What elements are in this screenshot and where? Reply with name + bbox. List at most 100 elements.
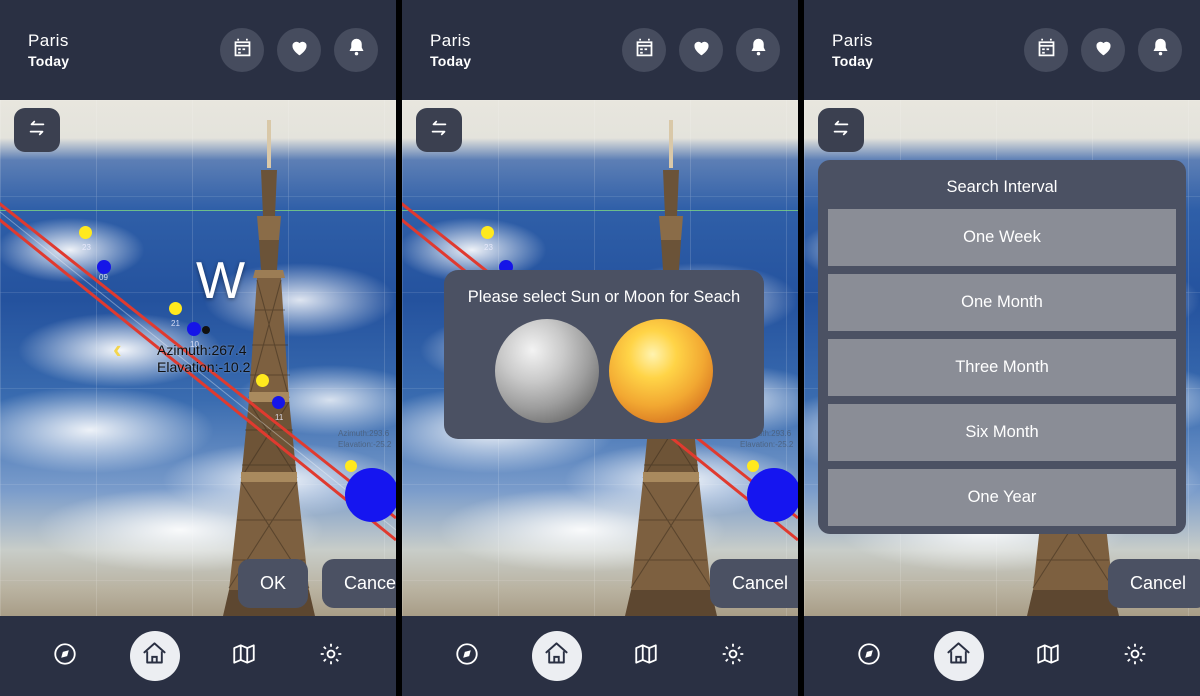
header-actions: [622, 28, 780, 72]
page-title: Paris: [28, 31, 69, 51]
interval-option-six-month[interactable]: Six Month: [828, 404, 1176, 461]
nav-settings[interactable]: [1113, 634, 1157, 678]
notification-button[interactable]: [334, 28, 378, 72]
app-header: Paris Today: [402, 0, 798, 100]
nav-home[interactable]: [531, 631, 582, 681]
direction-arrow-icon: ‹: [113, 334, 122, 364]
header-text: Paris Today: [28, 30, 220, 69]
map-icon: [1035, 641, 1061, 672]
dialog-options: [454, 319, 754, 423]
compass-icon: [52, 641, 78, 672]
bottom-navigation: [402, 616, 798, 696]
sun-path-marker: [481, 226, 494, 239]
bell-icon: [1150, 37, 1171, 63]
notification-button[interactable]: [1138, 28, 1182, 72]
map-icon: [633, 641, 659, 672]
favorite-button[interactable]: [1081, 28, 1125, 72]
current-moon-position: [345, 468, 396, 522]
interval-option-three-month[interactable]: Three Month: [828, 339, 1176, 396]
nav-map[interactable]: [222, 634, 266, 678]
swap-sun-moon-button[interactable]: [416, 108, 462, 152]
ok-button[interactable]: OK: [238, 559, 309, 608]
swap-arrows-icon: [830, 117, 852, 144]
path-time-label: 23: [484, 243, 493, 252]
bell-icon: [748, 37, 769, 63]
nav-map[interactable]: [1026, 634, 1070, 678]
map-icon: [231, 641, 257, 672]
calendar-button[interactable]: [622, 28, 666, 72]
path-time-label: 09: [99, 273, 108, 282]
calendar-icon: [232, 37, 253, 63]
compass-direction-label: W: [196, 252, 246, 310]
ar-camera-view[interactable]: 23 09 21 10 11 W ‹ Azimuth:267.4 Elavati…: [0, 100, 396, 616]
nav-compass[interactable]: [445, 634, 489, 678]
sun-path-marker: [345, 460, 357, 472]
eclipse-marker: [202, 326, 210, 334]
page-title: Paris: [430, 31, 471, 51]
dialog-title: Search Interval: [946, 178, 1058, 196]
header-subtitle: Today: [430, 52, 472, 69]
elevation-readout: Elavation:-10.2: [157, 359, 251, 375]
swap-sun-moon-button[interactable]: [14, 108, 60, 152]
header-subtitle: Today: [832, 52, 874, 69]
path-time-label: 11: [275, 413, 284, 422]
sun-path-marker: [256, 374, 269, 387]
gear-icon: [720, 641, 746, 672]
sun-path-marker: [79, 226, 92, 239]
interval-option-one-month[interactable]: One Month: [828, 274, 1176, 331]
panel-sun-moon-selector: Paris Today 23 Azimuth:293.6 Elavation:-…: [402, 0, 798, 696]
bottom-navigation: [804, 616, 1200, 696]
home-icon: [945, 640, 972, 672]
header-actions: [220, 28, 378, 72]
path-time-label: 21: [171, 319, 180, 328]
swap-arrows-icon: [428, 117, 450, 144]
calendar-button[interactable]: [1024, 28, 1068, 72]
swap-sun-moon-button[interactable]: [818, 108, 864, 152]
nav-settings[interactable]: [711, 634, 755, 678]
cancel-button[interactable]: Cancel: [1107, 559, 1200, 608]
header-text: Paris Today: [430, 30, 622, 69]
elevation-readout-secondary: Elavation:-25.2: [338, 440, 392, 449]
cancel-button[interactable]: Cancel: [322, 559, 396, 608]
header-subtitle: Today: [28, 52, 70, 69]
sun-option[interactable]: [609, 319, 713, 423]
elevation-readout-secondary: Elavation:-25.2: [740, 440, 794, 449]
sun-path-marker: [747, 460, 759, 472]
favorite-button[interactable]: [679, 28, 723, 72]
notification-button[interactable]: [736, 28, 780, 72]
favorite-button[interactable]: [277, 28, 321, 72]
dialog-button-row: Cancel: [710, 559, 798, 608]
panel-ar-with-ok-cancel: Paris Today 23 09 21 10 11 W ‹ Azimuth:2…: [0, 0, 396, 696]
azimuth-readout-secondary: Azimuth:293.6: [338, 429, 390, 438]
nav-map[interactable]: [624, 634, 668, 678]
current-moon-position: [747, 468, 798, 522]
app-header: Paris Today: [804, 0, 1200, 100]
home-icon: [543, 640, 570, 672]
interval-option-one-week[interactable]: One Week: [828, 209, 1176, 266]
nav-compass[interactable]: [847, 634, 891, 678]
nav-settings[interactable]: [309, 634, 353, 678]
interval-option-one-year[interactable]: One Year: [828, 469, 1176, 526]
header-text: Paris Today: [832, 30, 1024, 69]
three-panel-screenshot: Paris Today 23 09 21 10 11 W ‹ Azimuth:2…: [0, 0, 1200, 696]
nav-home[interactable]: [933, 631, 984, 681]
dialog-button-row: OK Cancel: [238, 559, 396, 608]
nav-compass[interactable]: [43, 634, 87, 678]
moon-path-marker: [187, 322, 201, 336]
moon-option[interactable]: [495, 319, 599, 423]
compass-icon: [856, 641, 882, 672]
dialog-button-row: Cancel: [1107, 559, 1200, 608]
nav-home[interactable]: [129, 631, 180, 681]
search-interval-dialog: Search Interval One Week One Month Three…: [818, 160, 1186, 534]
page-title: Paris: [832, 31, 873, 51]
heart-icon: [289, 37, 310, 63]
gear-icon: [318, 641, 344, 672]
calendar-button[interactable]: [220, 28, 264, 72]
gear-icon: [1122, 641, 1148, 672]
dialog-title: Please select Sun or Moon for Seach: [467, 288, 741, 306]
moon-path-marker: [97, 260, 111, 274]
cancel-button[interactable]: Cancel: [710, 559, 798, 608]
moon-path-marker: [272, 396, 285, 409]
app-header: Paris Today: [0, 0, 396, 100]
heart-icon: [1093, 37, 1114, 63]
